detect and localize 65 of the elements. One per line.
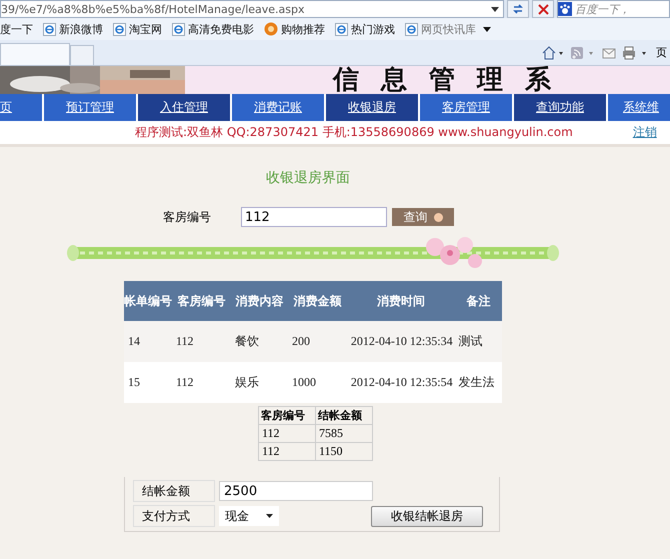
- table-cell: 112: [258, 442, 316, 460]
- room-number-field[interactable]: 112: [241, 207, 387, 227]
- close-icon[interactable]: [532, 0, 554, 18]
- nav-tab[interactable]: 页: [0, 94, 44, 121]
- nav-tab[interactable]: 预订管理: [44, 94, 138, 121]
- field-label: 结帐金额: [133, 480, 215, 502]
- refresh-icon[interactable]: [507, 0, 529, 18]
- page-heading: 收银退房界面: [266, 169, 350, 187]
- column-header: 备注: [454, 281, 502, 321]
- favorite-link[interactable]: 购物推荐: [264, 22, 325, 36]
- page-menu[interactable]: 页: [656, 45, 670, 60]
- field-label: 支付方式: [133, 505, 215, 527]
- dropdown-arrow-icon: [266, 514, 273, 518]
- browser-page-icon: [405, 22, 418, 36]
- checkout-button[interactable]: 收银结帐退房: [371, 506, 483, 526]
- favorite-link[interactable]: 网页快讯库: [405, 22, 491, 36]
- mail-icon[interactable]: [602, 46, 616, 58]
- column-header: 帐单编号: [124, 281, 172, 321]
- address-field[interactable]: 39/%e7/%a8%8b%e5%ba%8f/HotelManage/leave.aspx: [0, 0, 504, 18]
- table-cell: 200: [288, 321, 347, 362]
- table-cell: 1000: [288, 362, 347, 403]
- table-cell: 14: [124, 321, 172, 362]
- favorite-link[interactable]: 热门游戏: [335, 22, 395, 36]
- browser-page-icon: [172, 22, 185, 36]
- column-header: 消费金额: [288, 281, 347, 321]
- favorite-link[interactable]: 度一下: [0, 22, 33, 36]
- amount-field[interactable]: 2500: [219, 481, 373, 501]
- table-cell: 15: [124, 362, 172, 403]
- table-cell: 112: [172, 362, 231, 403]
- column-header: 客房编号: [258, 406, 316, 424]
- payment-dropdown[interactable]: 现金: [219, 506, 279, 526]
- table-cell: 发生法: [454, 362, 502, 403]
- browser-page-icon: [113, 22, 126, 36]
- table-cell: 112: [258, 424, 316, 442]
- nav-tab[interactable]: 客房管理: [420, 94, 514, 121]
- table-cell: 测试: [454, 321, 502, 362]
- dropdown-arrow-icon[interactable]: [483, 26, 491, 32]
- table-cell: 餐饮: [230, 321, 288, 362]
- column-header: 消费时间: [346, 281, 455, 321]
- home-icon[interactable]: [542, 46, 564, 60]
- nav-tab[interactable]: 系统维: [608, 94, 670, 121]
- column-header: 消费内容: [230, 281, 288, 321]
- shopping-icon: [264, 22, 278, 36]
- paw-icon: [558, 2, 572, 16]
- column-header: 结帐金额: [316, 406, 372, 424]
- favorite-link[interactable]: 新浪微博: [43, 22, 103, 36]
- table-cell: 112: [172, 321, 231, 362]
- system-title: 信息管理系: [331, 66, 574, 94]
- table-cell: 1150: [316, 442, 372, 460]
- query-button[interactable]: 查询: [392, 208, 454, 226]
- favorite-link[interactable]: 高清免费电影: [172, 22, 254, 36]
- table-cell: 2012-04-10 12:35:34: [346, 321, 455, 362]
- search-field[interactable]: 百度一下，: [557, 0, 670, 18]
- field-label: 客房编号: [163, 208, 212, 226]
- table-cell: 娱乐: [230, 362, 288, 403]
- table-cell: 2012-04-10 12:35:54: [346, 362, 455, 403]
- column-header: 客房编号: [172, 281, 231, 321]
- browser-page-icon: [43, 22, 56, 36]
- dropdown-arrow-icon[interactable]: [491, 6, 499, 12]
- credits-text: 程序测试:双鱼林 QQ:287307421 手机:13558690869 www.shuangyulin.com: [135, 124, 573, 141]
- nav-tab[interactable]: 消费记账: [232, 94, 326, 121]
- browser-page-icon: [335, 22, 348, 36]
- table-cell: 7585: [316, 424, 372, 442]
- logout-link[interactable]: 注销: [632, 124, 657, 141]
- favorite-link[interactable]: 淘宝网: [113, 22, 162, 36]
